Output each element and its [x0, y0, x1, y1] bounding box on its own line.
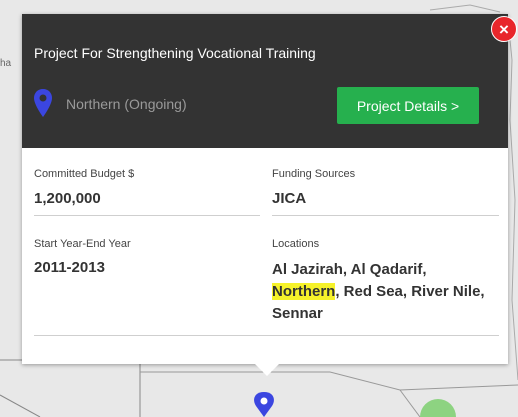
funding-sources-label: Funding Sources — [272, 168, 356, 180]
divider-bottom — [34, 335, 499, 336]
project-status: Northern (Ongoing) — [66, 96, 187, 112]
committed-budget-value: 1,200,000 — [34, 190, 101, 207]
funding-sources-value: JICA — [272, 190, 307, 207]
close-button[interactable]: × — [491, 16, 517, 42]
start-end-year-value: 2011-2013 — [34, 259, 105, 276]
project-popup: Project For Strengthening Vocational Tra… — [22, 14, 508, 376]
locations-value: Al Jazirah, Al Qadarif, Northern, Red Se… — [272, 259, 487, 325]
committed-budget-label: Committed Budget $ — [34, 168, 135, 180]
location-pin-icon — [34, 89, 52, 117]
locations-text-start: Al Jazirah, Al Qadarif, — [272, 261, 427, 278]
popup-pointer — [255, 364, 279, 376]
highlighted-location: Northern — [272, 283, 336, 300]
project-title: Project For Strengthening Vocational Tra… — [34, 45, 316, 61]
locations-label: Locations — [272, 238, 320, 250]
divider-right — [272, 215, 499, 216]
popup-header: Project For Strengthening Vocational Tra… — [22, 14, 508, 148]
project-details-button[interactable]: Project Details > — [337, 87, 479, 124]
map-edge-label: ha — [0, 58, 12, 69]
start-end-year-label: Start Year-End Year — [34, 238, 131, 250]
divider-left — [34, 215, 260, 216]
